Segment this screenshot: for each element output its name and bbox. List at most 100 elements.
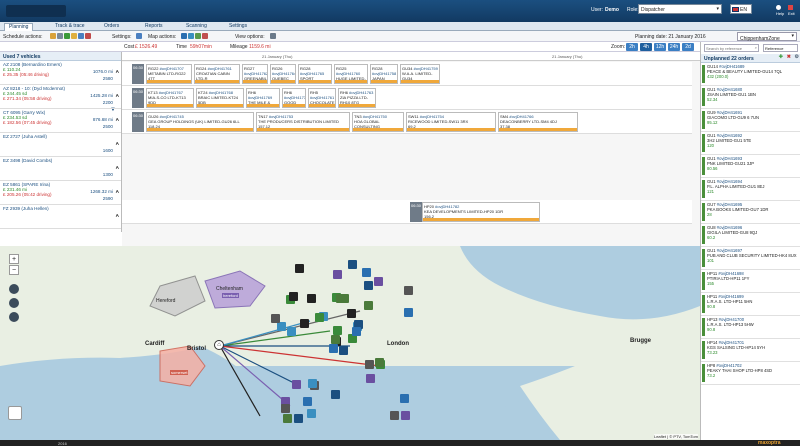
depot-home-icon[interactable]: ⌂	[214, 340, 224, 350]
order-map-pin[interactable]	[281, 404, 291, 414]
order-map-pin[interactable]	[366, 373, 376, 383]
unplanned-order[interactable]: GU1 #ovjDH41692 3H2 LIMITED-GU1 5TE 120	[701, 132, 800, 155]
wand-icon[interactable]	[50, 33, 56, 39]
lock-icon[interactable]	[57, 33, 63, 39]
order-map-pin[interactable]	[403, 307, 413, 317]
order-map-pin[interactable]	[401, 411, 411, 421]
vehicle-row[interactable]: AZ 8218 - 10: (Dyd Mcdermot) £ 244.45 sd…	[0, 85, 121, 109]
job-card[interactable]: SM4 #ovjDH41766 DEACONBERRY LTD-SM4 4DJ …	[498, 112, 578, 132]
help-link[interactable]: Help	[776, 11, 784, 16]
order-map-pin[interactable]	[289, 291, 299, 301]
job-card[interactable]: KT13 #ovjDH41767 MIA-S-CO LTD-KT13 9DD 3…	[146, 88, 194, 108]
job-card[interactable]: RH5 #ovjDH41761 CHOCOLATE BROWN LIM 28	[308, 88, 336, 108]
order-map-pin[interactable]	[331, 335, 341, 345]
job-card[interactable]: RG24 #ovjDH41761 CROATIAN CABIN LTD-R 71…	[194, 64, 240, 84]
vehicle-row[interactable]: AZ 2108 (Bernardino Emers) £ 110.24 £ 25…	[0, 61, 121, 85]
zoom-4h[interactable]: 4h	[640, 43, 652, 51]
order-map-pin[interactable]	[286, 327, 296, 337]
vehicle-name[interactable]: FZ 2939 (Juha Hellen)	[3, 206, 118, 211]
job-card[interactable]: TN3 #ovjDH41750 HOA GLOBAL CONSULTING 57…	[352, 112, 404, 132]
tab-scanning[interactable]: Scanning	[186, 23, 207, 31]
sort-select[interactable]: Reference	[763, 44, 798, 52]
job-card[interactable]: RG25 #ovjDH41760 HUGE LIMITED-RG25 5RE 4…	[334, 64, 368, 84]
layer-select-icon[interactable]	[9, 298, 19, 308]
order-map-pin[interactable]	[346, 308, 356, 318]
zoom-out-button[interactable]: −	[9, 265, 19, 275]
job-card[interactable]: KT24 #ovjDH41768 BRAIC LIMITED-KT24 5DB …	[196, 88, 244, 108]
question-icon[interactable]	[181, 33, 187, 39]
globe-icon[interactable]	[188, 33, 194, 39]
gear-icon[interactable]: ⚙	[795, 54, 799, 60]
unplanned-order[interactable]: GU8 #ovjDH41696 GIGILA LIMITED-GU8 9QJ 6…	[701, 224, 800, 247]
order-map-pin[interactable]	[364, 300, 374, 310]
job-card[interactable]: RG28 #ovjDH41758 JAPAN LIMITED-RG28 121	[370, 64, 398, 84]
search-icon[interactable]: ⌕	[755, 45, 757, 50]
order-map-pin[interactable]	[399, 393, 409, 403]
job-card[interactable]: HP20 #ovjDH41782 KEA DEVELOPMENTS LIMITE…	[422, 202, 540, 222]
play-icon[interactable]	[64, 33, 70, 39]
order-map-pin[interactable]	[403, 286, 413, 296]
map-layers-icon[interactable]	[8, 406, 22, 420]
order-map-pin[interactable]	[307, 378, 317, 388]
job-card[interactable]: GU34 #ovjDH41759 W.A.A. LIMITED-GU34 235…	[400, 64, 440, 84]
search-input[interactable]	[706, 46, 750, 51]
order-map-pin[interactable]	[293, 413, 303, 423]
chart-icon[interactable]	[85, 33, 91, 39]
order-map-pin[interactable]	[315, 313, 325, 323]
order-map-pin[interactable]	[294, 264, 304, 273]
layer-nav-icon[interactable]	[9, 284, 19, 294]
order-map-pin[interactable]	[291, 379, 301, 389]
vehicle-row[interactable]: EZ 2727 (Juha Astell) 1600 A	[0, 133, 121, 157]
add-icon[interactable]: ✚	[779, 54, 783, 60]
order-map-pin[interactable]	[270, 313, 280, 323]
order-map-pin[interactable]	[276, 321, 286, 331]
order-map-pin[interactable]	[364, 281, 374, 291]
order-map-pin[interactable]	[306, 293, 316, 303]
fullscreen-icon[interactable]	[9, 312, 19, 322]
order-map-pin[interactable]	[365, 359, 375, 369]
order-map-pin[interactable]	[331, 390, 341, 400]
settings-icon[interactable]	[136, 33, 142, 39]
vehicle-row[interactable]: FZ 2939 (Juha Hellen) A	[0, 205, 121, 229]
order-map-pin[interactable]	[338, 345, 348, 355]
tab-track-trace[interactable]: Track & trace	[55, 23, 85, 31]
search-box[interactable]: ⌕	[704, 44, 759, 52]
zoom-2h[interactable]: 2h	[626, 43, 638, 51]
vehicle-name[interactable]: EZ 3498 (David Combs)	[3, 158, 118, 163]
vehicle-row[interactable]: EZ 3498 (David Combs) 1300 A	[0, 157, 121, 181]
zoom-24h[interactable]: 24h	[668, 43, 680, 51]
folder-icon[interactable]	[71, 33, 77, 39]
job-card[interactable]: RG28 #ovjDH41765 SPORT ADVISORY SERVICES…	[298, 64, 332, 84]
order-map-pin[interactable]	[390, 410, 400, 420]
job-card[interactable]: GU26 #ovjDH41745 GEA GROUP HOLDINGS (UK)…	[146, 112, 254, 132]
unplanned-order[interactable]: GU7 #ovjDH41695 PKA BOOKS LIMITED-GU7 1D…	[701, 201, 800, 224]
job-card[interactable]: SW11 #ovjDH41754 RICEWOOD LIMITED-SW11 3…	[406, 112, 496, 132]
order-map-pin[interactable]	[300, 318, 310, 328]
order-map-pin[interactable]	[307, 409, 317, 419]
eye-icon[interactable]	[270, 33, 276, 39]
vehicle-row[interactable]: EZ 5861 (SPARE Irina) £ 231.46 mi £ 205.…	[0, 181, 121, 205]
language-select[interactable]: EN	[730, 4, 752, 14]
order-map-pin[interactable]	[328, 344, 338, 354]
tab-orders[interactable]: Orders	[104, 23, 119, 31]
order-map-pin[interactable]	[333, 326, 343, 336]
unplanned-order[interactable]: GU1 #ovjDH41693 PNK LIMITED-GU21 3JP 80.…	[701, 155, 800, 178]
tab-planning[interactable]: Planning	[4, 23, 34, 31]
order-map-pin[interactable]	[374, 277, 384, 287]
order-map-pin[interactable]	[335, 293, 345, 303]
pin-icon[interactable]	[202, 33, 208, 39]
unplanned-order[interactable]: HP8 #ovjDH41702 PEAKY THAI SHOP LTD-HP8 …	[701, 362, 800, 385]
job-card[interactable]: RG22 #ovjDH41707 METABIN LTD-RG22 4TT 10…	[146, 64, 192, 84]
close-icon[interactable]: ✖	[787, 54, 791, 60]
tab-reports[interactable]: Reports	[145, 23, 163, 31]
job-card[interactable]: RH6 #ovjDH41763 ZIA PIZZA LTD-RH10 8TG 2…	[338, 88, 376, 108]
depot-select[interactable]: ChippenhamZone ▾	[737, 32, 797, 42]
job-card[interactable]: RG27 #ovjDH41762 GREENABILITY LTD- 48.76	[242, 64, 268, 84]
tab-settings[interactable]: Settings	[229, 23, 247, 31]
unplanned-order[interactable]: GU14 #ovjDH41689 PEACE & BEAUTY LIMITED-…	[701, 63, 800, 86]
route-icon[interactable]	[195, 33, 201, 39]
vehicle-row[interactable]: CT 6095 (Garry Wix) £ 234.53 sd £ 182.56…	[0, 109, 121, 133]
zoom-in-button[interactable]: +	[9, 254, 19, 264]
unplanned-order[interactable]: HP13 #ovjDH41700 L.R.A.S. LTD-HP13 5HW 9…	[701, 316, 800, 339]
vehicle-name[interactable]: EZ 2727 (Juha Astell)	[3, 134, 118, 139]
